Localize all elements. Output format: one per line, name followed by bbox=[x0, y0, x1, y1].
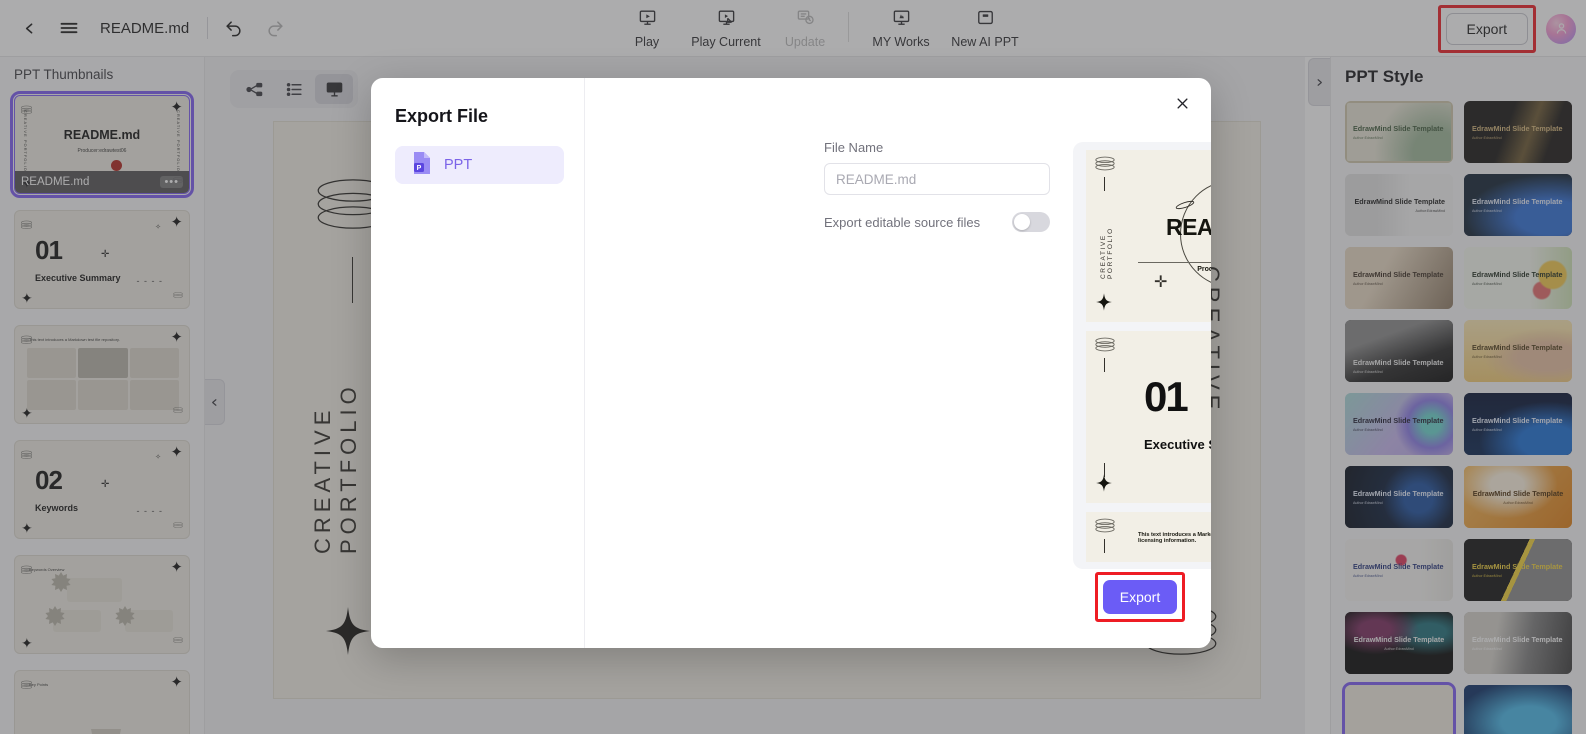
preview-slide3-text: This text introduces a Markdown test fil… bbox=[1138, 532, 1211, 544]
preview-slide2-subtitle: Executive Summary bbox=[1144, 437, 1211, 452]
export-dialog-title: Export File bbox=[395, 106, 489, 126]
ppt-file-icon: P bbox=[411, 151, 433, 180]
export-confirm-highlight: Export bbox=[1095, 572, 1185, 622]
preview-divider bbox=[1138, 262, 1211, 263]
export-form: File Name Export editable source files bbox=[824, 140, 1050, 232]
file-name-label: File Name bbox=[824, 140, 884, 155]
preview-slide1-title: README.md bbox=[1165, 214, 1211, 240]
coil-icon bbox=[1094, 337, 1116, 357]
export-source-files-row: Export editable source files bbox=[824, 212, 1050, 232]
rule-left-top bbox=[1104, 358, 1105, 372]
format-option-ppt[interactable]: P PPT bbox=[395, 146, 564, 184]
format-option-label: PPT bbox=[444, 157, 473, 173]
export-dialog-body: File Name Export editable source files C… bbox=[585, 78, 1211, 648]
file-name-input[interactable] bbox=[824, 163, 1050, 195]
svg-text:P: P bbox=[417, 165, 422, 172]
coil-icon bbox=[1094, 518, 1116, 538]
rule-left-top bbox=[1104, 177, 1105, 191]
export-dialog-footer: Export bbox=[1095, 572, 1185, 622]
rule-left-top bbox=[1104, 539, 1105, 553]
sparkle-icon-bl bbox=[1096, 474, 1112, 497]
preview-slide2-number: 01 bbox=[1144, 373, 1189, 420]
export-dialog-sidebar: Export File P PPT bbox=[371, 78, 585, 648]
sparkle-icon-bl bbox=[1096, 293, 1112, 316]
coil-icon bbox=[1094, 156, 1116, 176]
preview-slide-2: ✛ 01 Executive Summary + + + + ✛ bbox=[1086, 331, 1211, 503]
toggle-knob bbox=[1014, 214, 1030, 230]
crosshair-icon-2: ✛ bbox=[1154, 274, 1168, 291]
export-confirm-button[interactable]: Export bbox=[1103, 580, 1177, 614]
close-icon[interactable] bbox=[1169, 90, 1195, 116]
export-source-files-label: Export editable source files bbox=[824, 214, 981, 230]
app-root: README.md Play Play Current Update MY Wo… bbox=[0, 0, 1586, 734]
export-source-files-toggle[interactable] bbox=[1012, 212, 1050, 232]
preview-slide1-producer: Producer:edrawtest06 bbox=[1197, 266, 1211, 273]
export-file-dialog: Export File P PPT File Name Export edita… bbox=[371, 78, 1211, 648]
preview-slide-3: This text introduces a Markdown test fil… bbox=[1086, 512, 1211, 562]
export-preview: CREATIVE PORTFOLIO CREATIVE PORTFOLIO ✛ … bbox=[1073, 142, 1211, 569]
preview-slide-1: CREATIVE PORTFOLIO CREATIVE PORTFOLIO ✛ … bbox=[1086, 150, 1211, 322]
